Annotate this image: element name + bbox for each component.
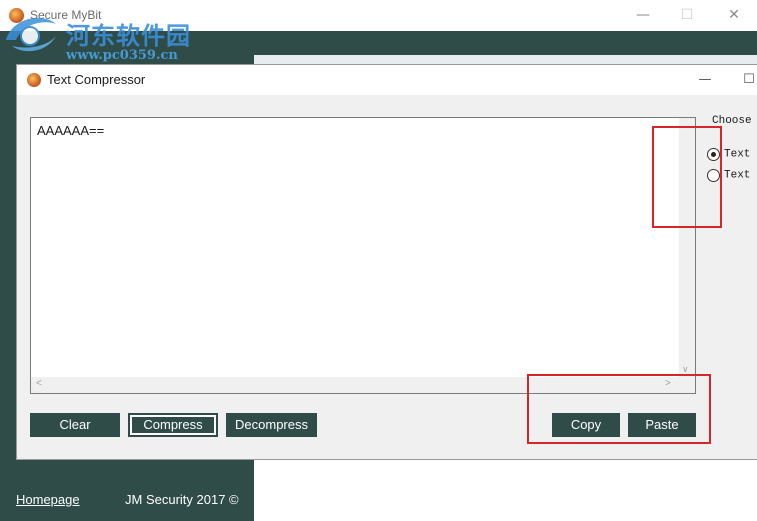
copyright-text: JM Security 2017 © [125,492,239,507]
scroll-left-icon[interactable]: < [36,378,42,389]
outer-content-header [254,31,757,55]
radio-label: Text C [724,148,757,161]
annotation-highlight-options [652,126,722,228]
decompress-button[interactable]: Decompress [226,413,317,437]
compress-button[interactable]: Compress [128,413,218,437]
compress-button-label: Compress [132,417,214,433]
outer-content-divider [254,55,757,64]
watermark-title: 河东软件园 [66,21,191,50]
front-maximize-button[interactable]: ☐ [739,69,757,91]
front-window-title: Text Compressor [47,72,146,87]
front-minimize-button[interactable]: — [693,69,717,91]
homepage-link[interactable]: Homepage [16,492,80,507]
app-shield-icon [27,73,41,87]
front-titlebar: Text Compressor — ☐ [17,65,757,95]
watermark-logo-icon [6,17,56,52]
screen: Secure MyBit — ☐ ✕ Homepage JM Security … [0,0,757,521]
text-input-area[interactable]: AAAAAA== ∨ < > [30,117,696,394]
outer-minimize-button[interactable]: — [628,4,658,26]
outer-close-button[interactable]: ✕ [719,4,749,26]
annotation-highlight-copy-paste [527,374,711,444]
watermark-url: www.pc0359.cn [66,48,178,63]
clear-button[interactable]: Clear [30,413,120,437]
outer-maximize-button[interactable]: ☐ [672,4,702,26]
radio-label: Text D [724,169,757,182]
text-input-value: AAAAAA== [37,123,105,138]
